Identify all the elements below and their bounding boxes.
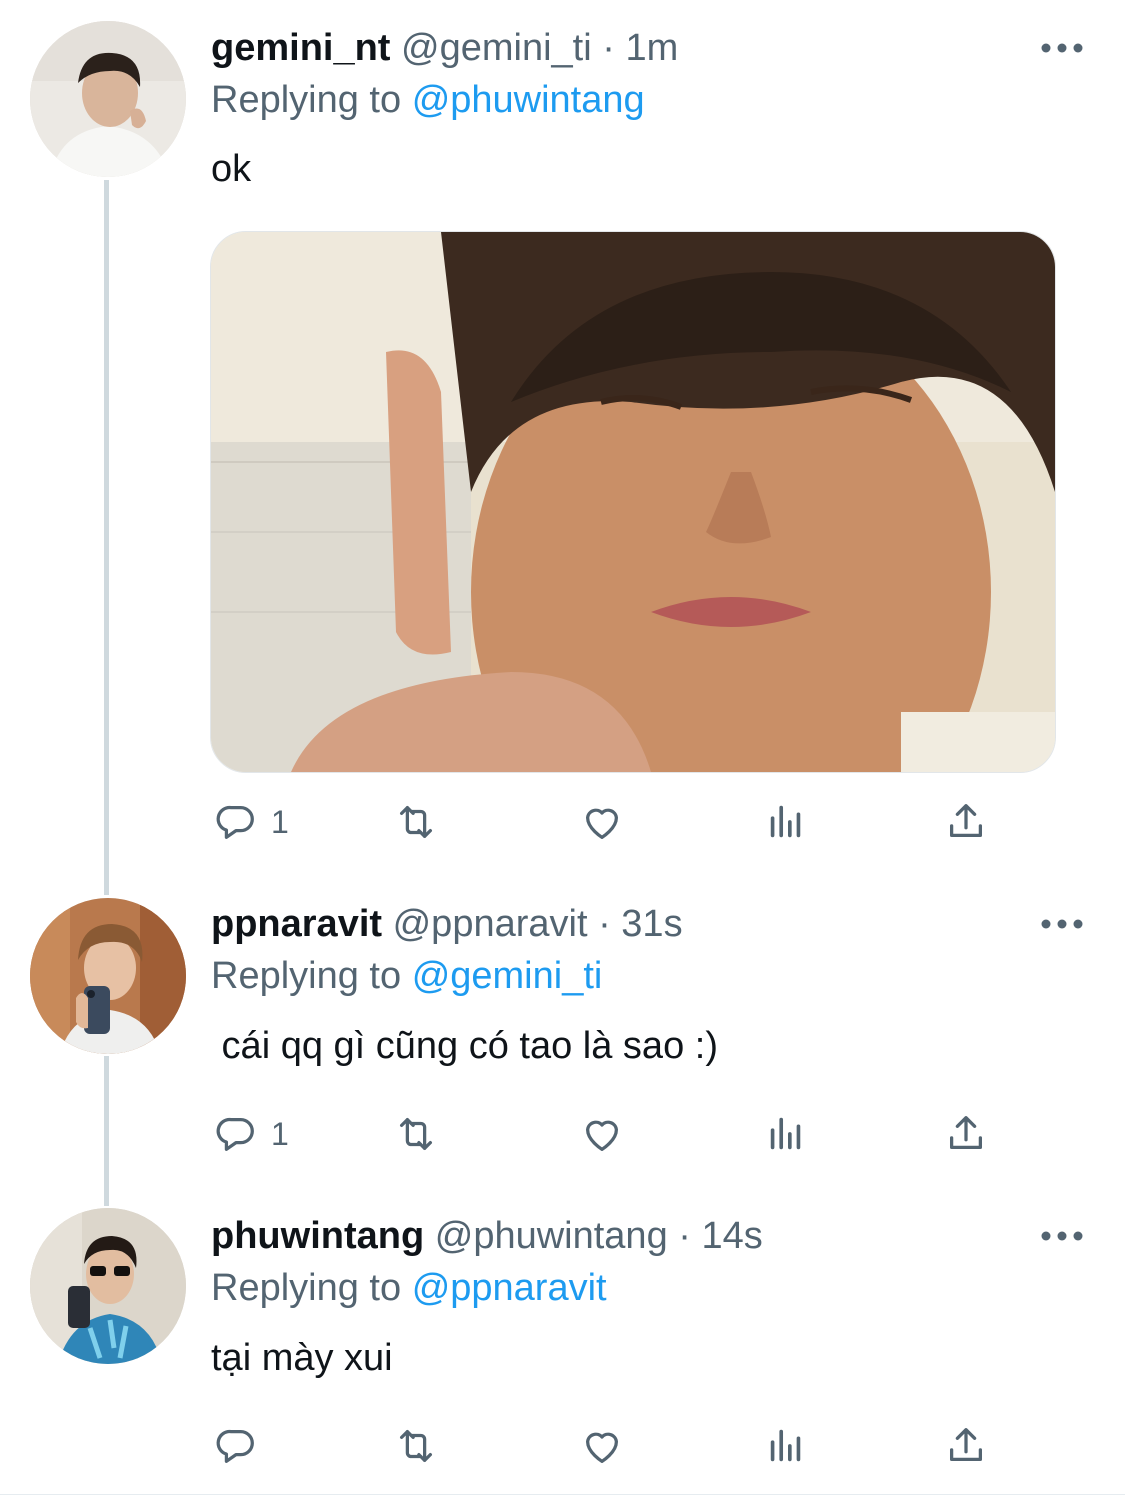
reply-icon xyxy=(216,1429,254,1463)
separator-dot: · xyxy=(602,27,615,69)
tweet-header: gemini_nt @gemini_ti · 1m xyxy=(211,22,678,74)
tweet-ppnaravit[interactable]: ppnaravit @ppnaravit · 31s Replying to @… xyxy=(0,880,1125,1200)
like-icon xyxy=(585,1120,619,1151)
timestamp[interactable]: 14s xyxy=(702,1215,763,1257)
user-handle[interactable]: @gemini_ti xyxy=(401,27,592,69)
replying-to-label: Replying to xyxy=(211,1267,402,1309)
like-icon xyxy=(585,1432,619,1463)
more-icon[interactable] xyxy=(1040,914,1084,934)
tweet-header: phuwintang @phuwintang · 14s xyxy=(211,1210,763,1262)
replying-to: Replying to @phuwintang xyxy=(211,74,645,126)
like-icon xyxy=(585,808,619,839)
timestamp[interactable]: 31s xyxy=(621,903,682,945)
reply-button[interactable]: 1 xyxy=(213,1104,289,1164)
avatar[interactable] xyxy=(30,21,186,177)
display-name[interactable]: gemini_nt xyxy=(211,27,390,69)
views-button[interactable] xyxy=(763,792,809,852)
reply-icon xyxy=(216,1117,254,1151)
user-handle[interactable]: @ppnaravit xyxy=(393,903,588,945)
tweet-actions xyxy=(0,1416,1125,1476)
replying-to-label: Replying to xyxy=(211,955,402,997)
separator-dot: · xyxy=(598,903,611,945)
reply-button[interactable] xyxy=(213,1416,271,1476)
share-icon xyxy=(949,1428,983,1462)
share-button[interactable] xyxy=(943,1416,989,1476)
retweet-icon xyxy=(399,1429,433,1463)
share-button[interactable] xyxy=(943,1104,989,1164)
mention-link[interactable]: @phuwintang xyxy=(412,79,645,121)
tweet-actions: 1 xyxy=(0,792,1125,852)
like-button[interactable] xyxy=(579,1416,625,1476)
reply-icon xyxy=(216,805,254,839)
separator-dot: · xyxy=(678,1215,691,1257)
timestamp[interactable]: 1m xyxy=(625,27,678,69)
display-name[interactable]: ppnaravit xyxy=(211,903,382,945)
views-button[interactable] xyxy=(763,1416,809,1476)
reply-count: 1 xyxy=(271,803,289,840)
avatar[interactable] xyxy=(30,898,186,1054)
mention-link[interactable]: @gemini_ti xyxy=(412,955,603,997)
user-handle[interactable]: @phuwintang xyxy=(435,1215,668,1257)
tweet-phuwintang[interactable]: phuwintang @phuwintang · 14s Replying to… xyxy=(0,1200,1125,1494)
replying-to: Replying to @gemini_ti xyxy=(211,950,602,1002)
tweet-header: ppnaravit @ppnaravit · 31s xyxy=(211,898,683,950)
retweet-icon xyxy=(399,805,433,839)
divider xyxy=(0,1494,1125,1495)
tweet-text: cái qq gì cũng có tao là sao :) xyxy=(211,1025,718,1067)
tweet-actions: 1 xyxy=(0,1104,1125,1164)
reply-button[interactable]: 1 xyxy=(213,792,289,852)
mention-link[interactable]: @ppnaravit xyxy=(412,1267,607,1309)
replying-to: Replying to @ppnaravit xyxy=(211,1262,607,1314)
retweet-button[interactable] xyxy=(393,1104,439,1164)
views-button[interactable] xyxy=(763,1104,809,1164)
tweet-media-image[interactable] xyxy=(210,231,1056,773)
tweet-text: ok xyxy=(211,148,252,190)
retweet-icon xyxy=(399,1117,433,1151)
avatar[interactable] xyxy=(30,1208,186,1364)
like-button[interactable] xyxy=(579,1104,625,1164)
display-name[interactable]: phuwintang xyxy=(211,1215,424,1257)
share-icon xyxy=(949,804,983,838)
tweet-text: tại mày xui xyxy=(211,1337,393,1379)
share-icon xyxy=(949,1116,983,1150)
tweet-gemini[interactable]: gemini_nt @gemini_ti · 1m Replying to @p… xyxy=(0,0,1125,880)
more-icon[interactable] xyxy=(1040,38,1084,58)
retweet-button[interactable] xyxy=(393,792,439,852)
retweet-button[interactable] xyxy=(393,1416,439,1476)
views-icon xyxy=(770,805,801,838)
like-button[interactable] xyxy=(579,792,625,852)
views-icon xyxy=(770,1117,801,1150)
more-icon[interactable] xyxy=(1040,1226,1084,1246)
reply-count: 1 xyxy=(271,1115,289,1152)
replying-to-label: Replying to xyxy=(211,79,402,121)
share-button[interactable] xyxy=(943,792,989,852)
views-icon xyxy=(770,1429,801,1462)
